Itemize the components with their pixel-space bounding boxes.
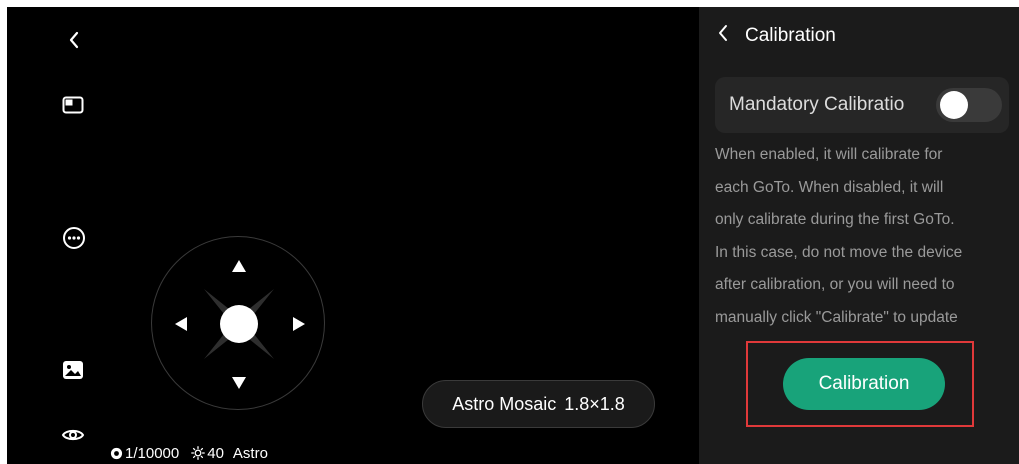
gallery-button[interactable] [58, 355, 88, 385]
shutter-value: 1/10000 [125, 444, 180, 462]
highlight-frame: Calibration [746, 341, 974, 427]
camera-screen: 1/10000 40 Astro Astro Mosaic 1.8×1.8 Ca… [7, 7, 1019, 464]
calibration-panel: Calibration Mandatory Calibratio When en… [699, 7, 1019, 464]
toggle-knob [940, 91, 968, 119]
more-button[interactable] [59, 223, 89, 253]
view-button[interactable] [58, 420, 88, 450]
layout-icon [62, 96, 84, 114]
layout-button[interactable] [58, 90, 88, 120]
exposure-status: 1/10000 40 Astro [110, 443, 268, 463]
back-button[interactable] [59, 25, 89, 55]
shooting-mode: Astro [232, 444, 268, 462]
description-line: In this case, do not move the device [715, 243, 963, 261]
joystick-left[interactable] [171, 314, 191, 334]
chevron-left-icon [719, 25, 727, 41]
joystick-knob[interactable] [220, 305, 258, 343]
more-icon [63, 227, 85, 249]
astro-mosaic-button[interactable]: Astro Mosaic 1.8×1.8 [422, 380, 655, 428]
description-line: manually click "Calibrate" to update [715, 308, 958, 326]
panel-back-button[interactable] [717, 24, 729, 48]
mandatory-calibration-row: Mandatory Calibratio [715, 77, 1009, 133]
description-line: When enabled, it will calibrate for [715, 146, 943, 163]
gallery-icon [63, 361, 83, 379]
joystick-up[interactable] [229, 256, 249, 276]
calibration-button[interactable]: Calibration [783, 358, 945, 410]
joystick-right[interactable] [289, 314, 309, 334]
direction-joystick[interactable] [151, 236, 325, 410]
gain-icon [191, 446, 206, 460]
gain-value: 40 [207, 444, 224, 462]
arrow-left-icon [175, 317, 187, 331]
back-icon [69, 31, 79, 49]
shutter-icon [110, 447, 123, 459]
arrow-up-icon [232, 260, 246, 272]
description-line: only calibrate during the first GoTo. [715, 211, 955, 228]
mandatory-calibration-toggle[interactable] [936, 88, 1002, 122]
calibration-description: When enabled, it will calibrate for each… [715, 139, 1005, 334]
mosaic-size: 1.8×1.8 [564, 393, 625, 414]
eye-icon [61, 429, 85, 441]
mosaic-label: Astro Mosaic [452, 393, 557, 414]
description-line: after calibration, or you will need to [715, 276, 955, 293]
arrow-right-icon [293, 317, 305, 331]
description-line: each GoTo. When disabled, it will [715, 178, 944, 196]
mandatory-calibration-label: Mandatory Calibratio [729, 94, 905, 115]
panel-header: Calibration [717, 21, 836, 51]
arrow-down-icon [232, 377, 246, 389]
panel-title: Calibration [745, 25, 836, 46]
joystick-down[interactable] [229, 373, 249, 393]
